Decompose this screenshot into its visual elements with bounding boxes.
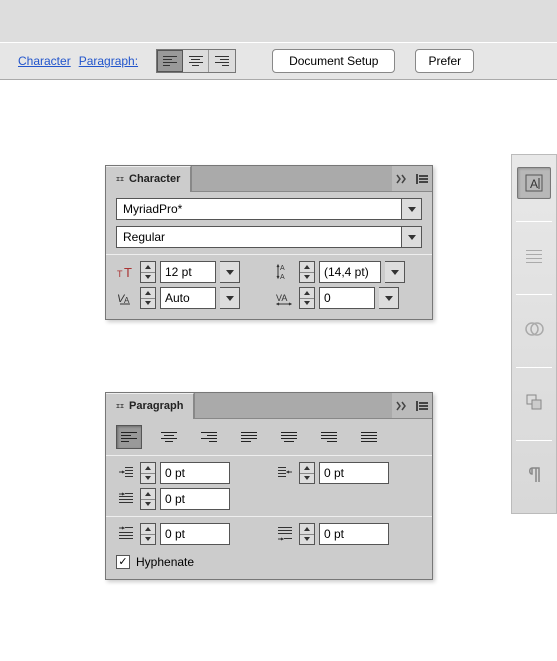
panel-collapse-button[interactable] <box>392 166 412 191</box>
tracking-icon: VA <box>275 288 295 308</box>
document-setup-button[interactable]: Document Setup <box>272 49 395 73</box>
font-size-dd[interactable] <box>220 261 240 283</box>
tracking-up[interactable] <box>300 288 314 299</box>
tracking-stepper[interactable] <box>299 287 315 309</box>
font-family-field[interactable]: MyriadPro* <box>116 198 402 220</box>
para-justify-center[interactable] <box>276 425 302 449</box>
para-align-left[interactable] <box>116 425 142 449</box>
kerning-up[interactable] <box>141 288 155 299</box>
align-left-button[interactable] <box>157 50 183 72</box>
tracking-field[interactable]: 0 <box>319 287 375 309</box>
tracking-dd[interactable] <box>379 287 399 309</box>
space-after-icon <box>275 524 295 544</box>
font-size-down[interactable] <box>141 273 155 283</box>
indent-first-stepper[interactable] <box>140 488 156 510</box>
kerning-down[interactable] <box>141 299 155 309</box>
font-style-field[interactable]: Regular <box>116 226 402 248</box>
para-align-right[interactable] <box>196 425 222 449</box>
panel-collapse-button[interactable] <box>392 393 412 418</box>
leading-icon: AA <box>275 262 295 282</box>
paragraph-tab[interactable]: Paragraph <box>106 393 194 419</box>
svg-text:A: A <box>280 274 285 281</box>
font-size-field[interactable]: 12 pt <box>160 261 216 283</box>
hyphenate-label: Hyphenate <box>136 555 194 569</box>
indent-left-icon <box>116 463 136 483</box>
font-size-icon: TT <box>116 262 136 282</box>
character-link[interactable]: Character <box>18 54 71 68</box>
indent-right-field[interactable]: 0 pt <box>319 462 389 484</box>
kerning-stepper[interactable] <box>140 287 156 309</box>
font-style-dropdown[interactable]: Regular <box>116 226 422 248</box>
svg-text:A: A <box>530 177 538 191</box>
kerning-dd[interactable] <box>220 287 240 309</box>
dock-opentype-button[interactable] <box>517 240 551 272</box>
paragraph-panel: Paragraph 0 pt <box>105 392 433 580</box>
panel-dock: A <box>511 154 557 514</box>
paragraph-panel-tab: Paragraph <box>106 393 432 419</box>
paragraph-link[interactable]: Paragraph: <box>79 54 138 68</box>
para-justify-left[interactable] <box>236 425 262 449</box>
font-family-dropdown[interactable]: MyriadPro* <box>116 198 422 220</box>
kerning-icon: VA <box>116 288 136 308</box>
kerning-field[interactable]: Auto <box>160 287 216 309</box>
font-family-arrow[interactable] <box>402 198 422 220</box>
space-before-stepper[interactable] <box>140 523 156 545</box>
dock-character-button[interactable]: A <box>517 167 551 199</box>
para-justify-right[interactable] <box>316 425 342 449</box>
indent-first-field[interactable]: 0 pt <box>160 488 230 510</box>
character-tab-title: Character <box>129 173 180 185</box>
leading-down[interactable] <box>300 273 314 283</box>
align-right-button[interactable] <box>209 50 235 72</box>
indent-left-stepper[interactable] <box>140 462 156 484</box>
character-panel-tab: Character <box>106 166 432 192</box>
dock-paragraph-button[interactable] <box>517 459 551 491</box>
font-size-stepper[interactable] <box>140 261 156 283</box>
panel-menu-button[interactable] <box>412 166 432 191</box>
svg-text:A: A <box>280 265 285 272</box>
tracking-down[interactable] <box>300 299 314 309</box>
indent-right-icon <box>275 463 295 483</box>
indent-right-stepper[interactable] <box>299 462 315 484</box>
indent-left-field[interactable]: 0 pt <box>160 462 230 484</box>
align-center-button[interactable] <box>183 50 209 72</box>
character-panel: Character MyriadPro* Regular TT <box>105 165 433 320</box>
font-style-arrow[interactable] <box>402 226 422 248</box>
leading-up[interactable] <box>300 262 314 273</box>
para-align-center[interactable] <box>156 425 182 449</box>
svg-text:T: T <box>117 269 123 279</box>
paragraph-tab-title: Paragraph <box>129 400 183 412</box>
collapse-icon <box>116 402 124 410</box>
space-before-icon <box>116 524 136 544</box>
font-size-up[interactable] <box>141 262 155 273</box>
para-justify-all[interactable] <box>356 425 382 449</box>
leading-dd[interactable] <box>385 261 405 283</box>
checkmark-icon: ✓ <box>118 557 127 568</box>
space-after-field[interactable]: 0 pt <box>319 523 389 545</box>
space-before-field[interactable]: 0 pt <box>160 523 230 545</box>
collapse-icon <box>116 175 124 183</box>
options-bar: Character Paragraph: Document Setup Pref… <box>0 0 557 80</box>
preferences-button[interactable]: Prefer <box>415 49 474 73</box>
hyphenate-checkbox[interactable]: ✓ <box>116 555 130 569</box>
indent-first-icon <box>116 489 136 509</box>
leading-stepper[interactable] <box>299 261 315 283</box>
panel-menu-button[interactable] <box>412 393 432 418</box>
leading-field[interactable]: (14,4 pt) <box>319 261 381 283</box>
dock-swatches-button[interactable] <box>517 313 551 345</box>
svg-text:T: T <box>124 265 132 280</box>
toolbar-align-group <box>156 49 236 73</box>
dock-layers-button[interactable] <box>517 386 551 418</box>
character-tab[interactable]: Character <box>106 166 191 192</box>
svg-text:VA: VA <box>276 293 287 303</box>
space-after-stepper[interactable] <box>299 523 315 545</box>
